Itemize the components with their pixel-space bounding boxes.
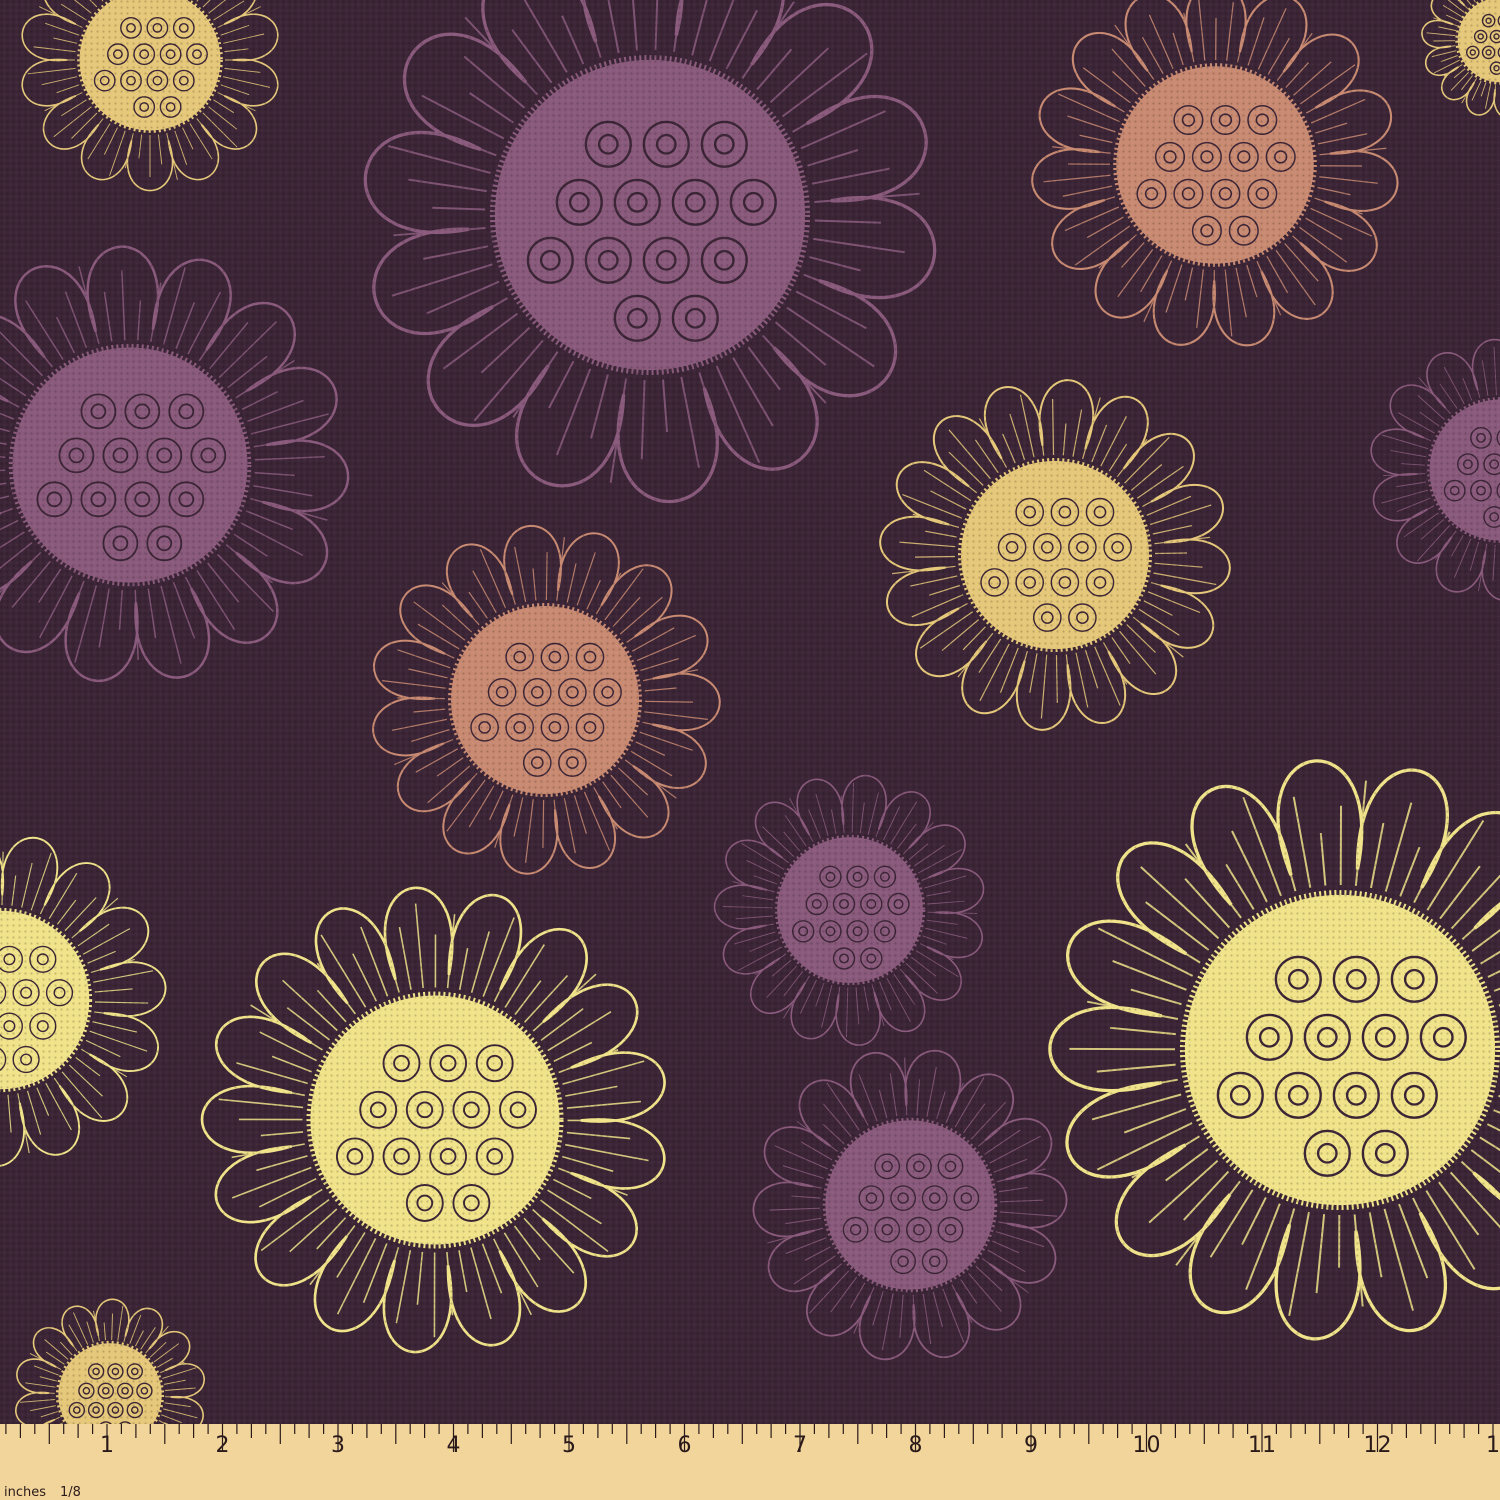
weave-texture — [0, 0, 1500, 1500]
fabric-swatch: 1 2 3 4 5 6 7 8 9 10 11 12 1 inches 1/8 — [0, 0, 1500, 1500]
floral-fabric-pattern — [0, 0, 1500, 1500]
